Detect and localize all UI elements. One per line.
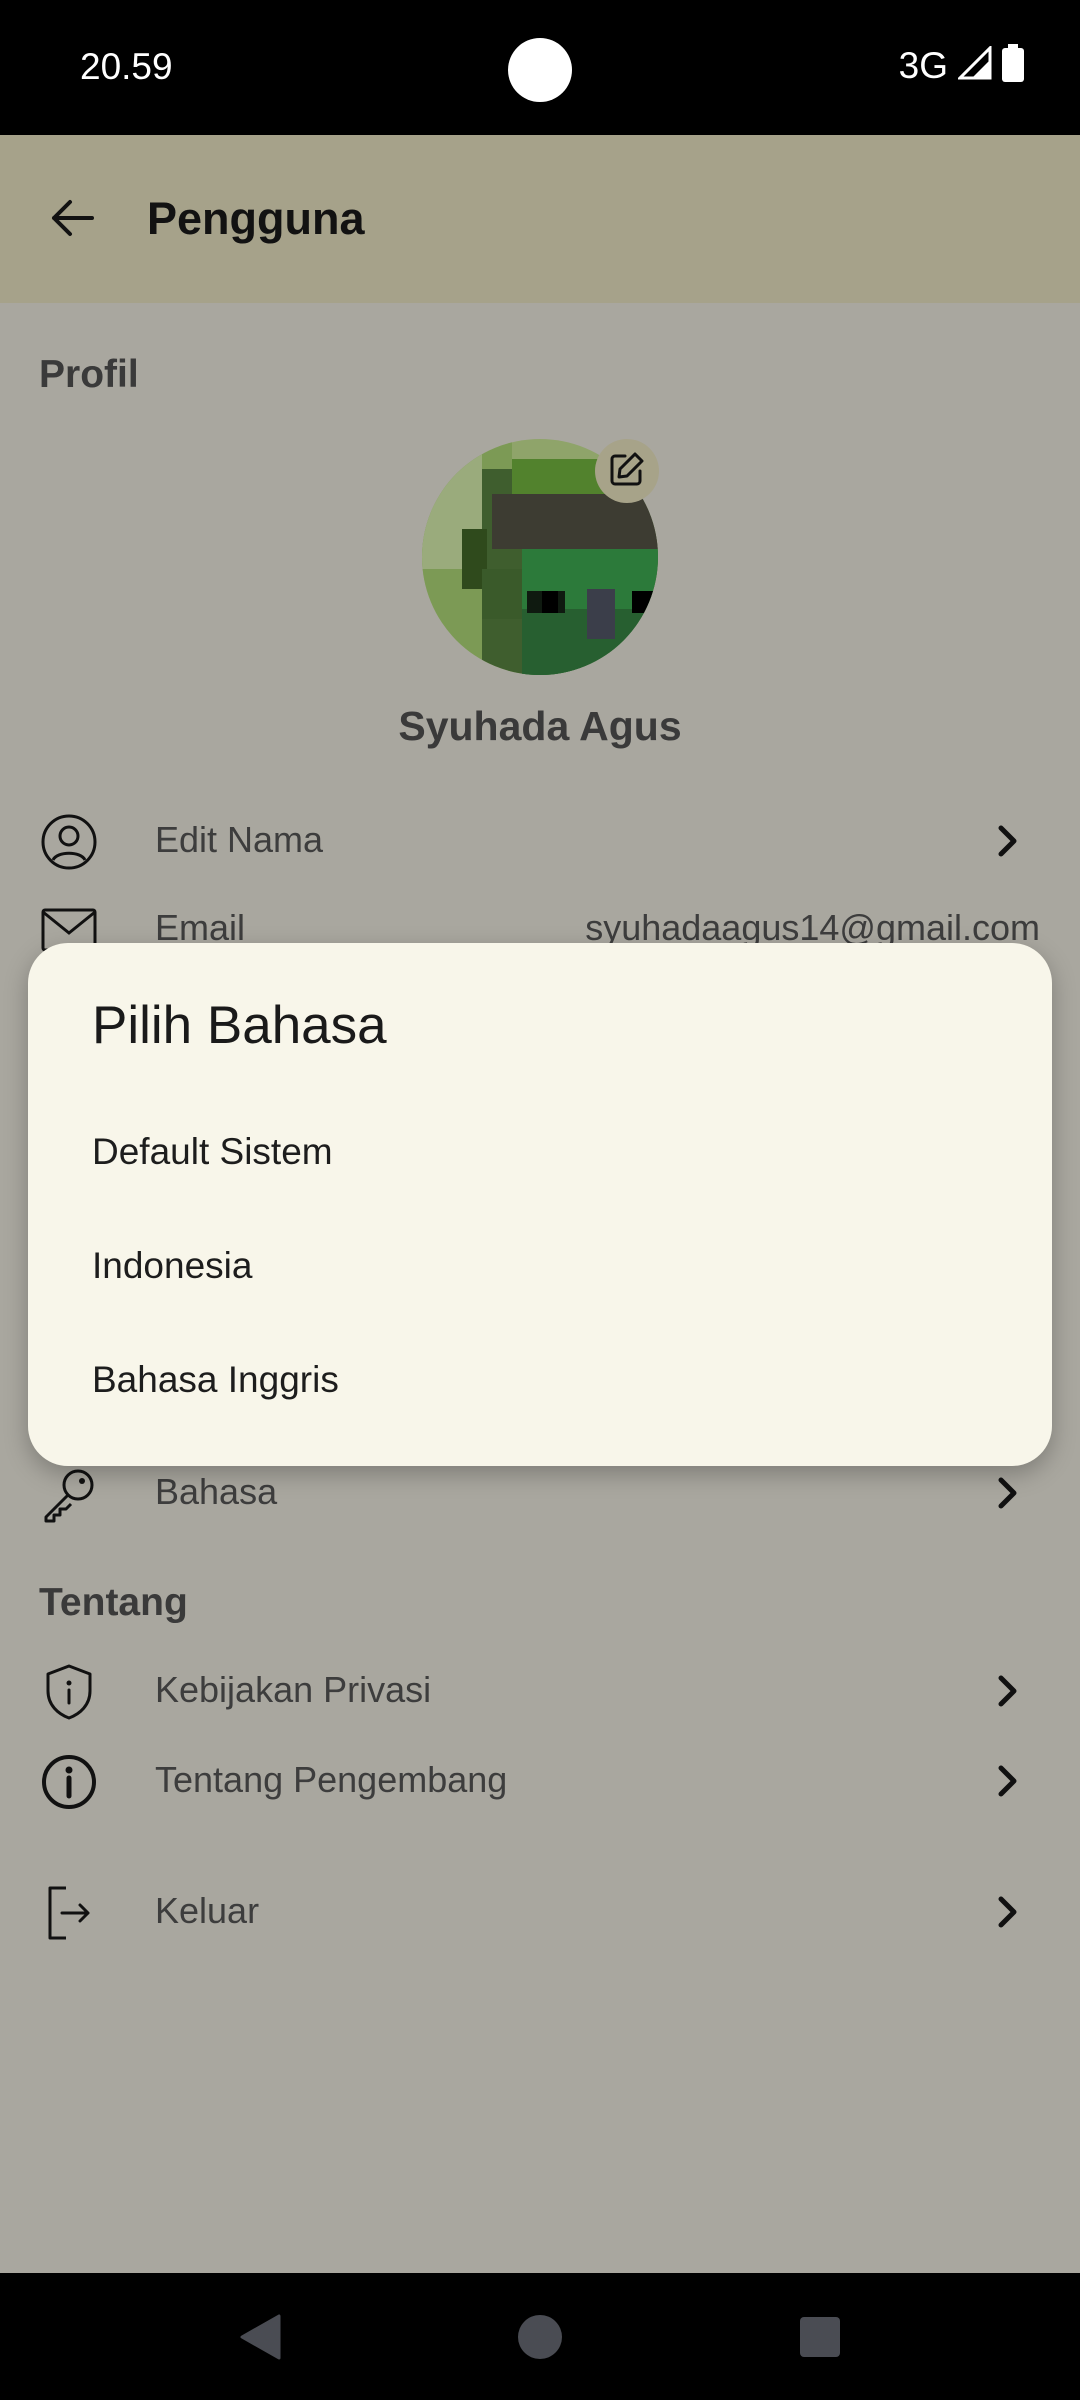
- app-bar: Pengguna: [0, 135, 1080, 303]
- signal-icon: [956, 44, 992, 85]
- edit-avatar-button[interactable]: [595, 439, 659, 503]
- about-developer-row[interactable]: Tentang Pengembang: [0, 1737, 1080, 1825]
- language-option-default[interactable]: Default Sistem: [28, 1095, 1052, 1205]
- user-circle-icon: [38, 811, 100, 873]
- nav-back-button[interactable]: [232, 2311, 288, 2367]
- language-option-label: Bahasa Inggris: [92, 1359, 339, 1400]
- section-title-about: Tentang: [39, 1581, 188, 1624]
- chevron-right-icon: [988, 1892, 1028, 1932]
- section-title-profile: Profil: [39, 353, 139, 396]
- back-button[interactable]: [36, 184, 108, 256]
- arrow-left-icon: [50, 198, 94, 243]
- chevron-right-icon: [988, 821, 1028, 861]
- key-icon: [38, 1463, 100, 1525]
- nav-home-button[interactable]: [512, 2311, 568, 2367]
- chevron-right-icon: [988, 1671, 1028, 1711]
- circle-home-icon: [517, 2314, 563, 2365]
- edit-name-row[interactable]: Edit Nama: [0, 797, 1080, 885]
- status-time: 20.59: [80, 46, 173, 87]
- about-developer-label: Tentang Pengembang: [155, 1759, 508, 1800]
- status-icons: 3G: [899, 44, 1024, 87]
- logout-icon: [38, 1882, 100, 1944]
- avatar-container: [422, 439, 659, 675]
- info-icon: [38, 1751, 100, 1813]
- shield-icon: [38, 1661, 100, 1723]
- language-option-label: Indonesia: [92, 1245, 253, 1286]
- language-dialog: Pilih Bahasa Default Sistem Indonesia Ba…: [28, 943, 1052, 1466]
- language-label: Bahasa: [155, 1471, 278, 1512]
- page-title: Pengguna: [147, 193, 365, 244]
- status-bar: 20.59 3G: [0, 0, 1080, 135]
- triangle-back-icon: [239, 2314, 281, 2365]
- language-option-indonesia[interactable]: Indonesia: [28, 1209, 1052, 1319]
- dialog-title: Pilih Bahasa: [92, 996, 387, 1055]
- logout-label: Keluar: [155, 1890, 260, 1931]
- edit-name-label: Edit Nama: [155, 819, 324, 860]
- battery-icon: [1002, 44, 1024, 87]
- chevron-right-icon: [988, 1473, 1028, 1513]
- logout-row[interactable]: Keluar: [0, 1868, 1080, 1956]
- navigation-bar: [0, 2273, 1080, 2400]
- language-option-english[interactable]: Bahasa Inggris: [28, 1323, 1052, 1433]
- privacy-policy-label: Kebijakan Privasi: [155, 1669, 432, 1710]
- camera-cutout: [508, 38, 572, 102]
- user-name: Syuhada Agus: [398, 703, 682, 749]
- network-type: 3G: [898, 44, 948, 86]
- edit-icon: [608, 450, 646, 493]
- privacy-policy-row[interactable]: Kebijakan Privasi: [0, 1647, 1080, 1735]
- screen: 20.59 3G Pengguna Profil Syuhada Agus Ed…: [0, 0, 1080, 2400]
- language-option-label: Default Sistem: [92, 1131, 333, 1172]
- nav-recents-button[interactable]: [792, 2311, 848, 2367]
- chevron-right-icon: [988, 1761, 1028, 1801]
- square-recents-icon: [799, 2316, 841, 2363]
